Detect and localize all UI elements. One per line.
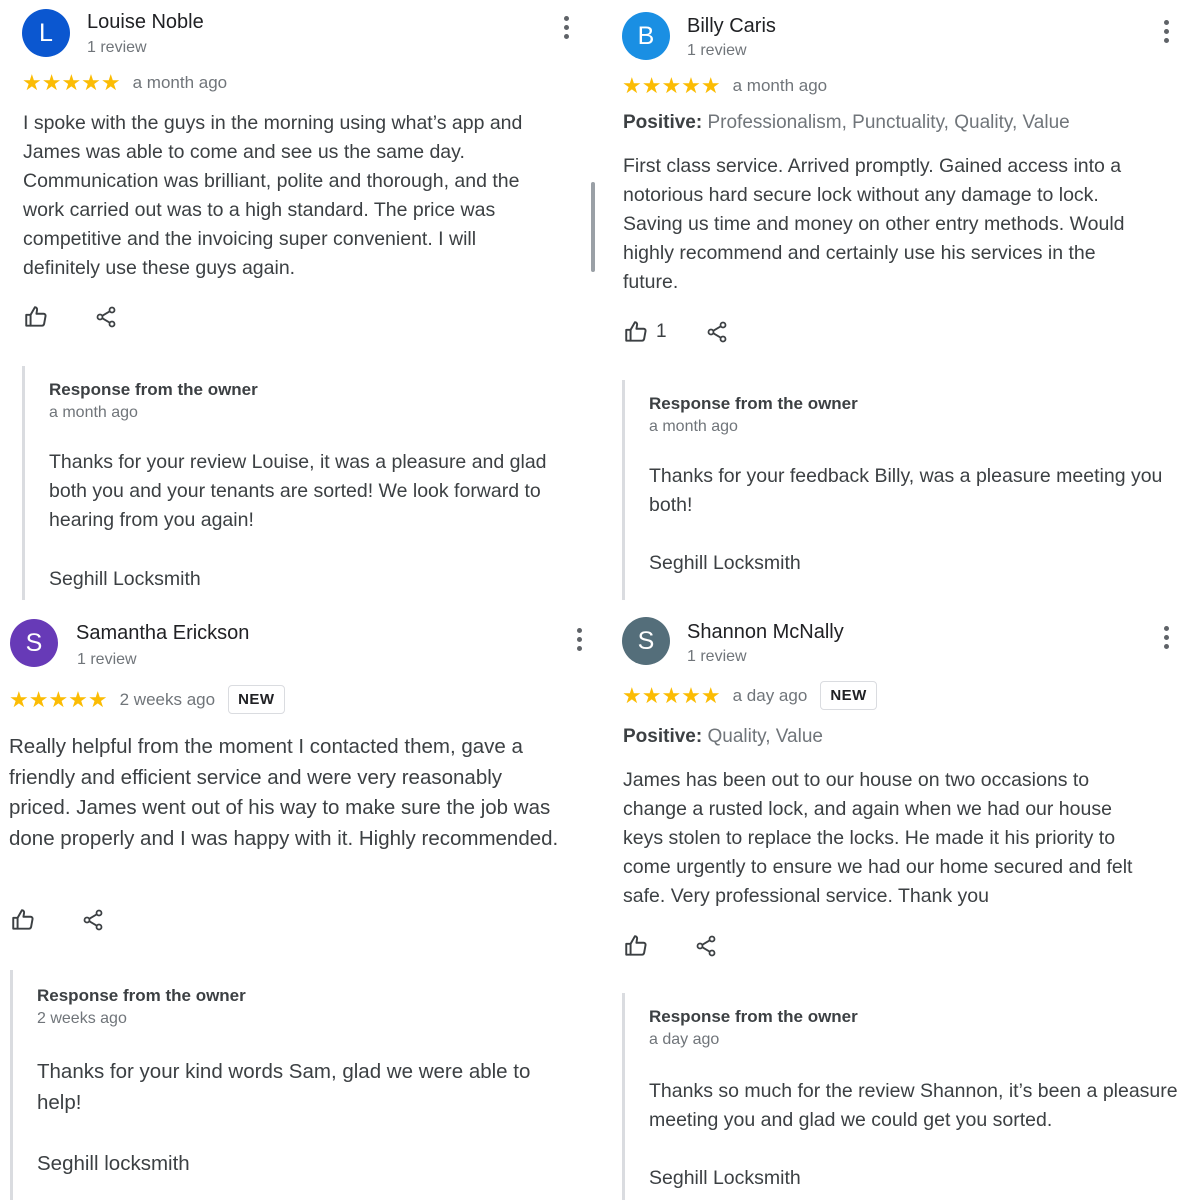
owner-response-text: Thanks for your feedback Billy, was a pl… [649, 465, 1163, 516]
star-rating: ★★★★★ [22, 70, 121, 95]
new-badge: NEW [228, 685, 285, 714]
like-count: 1 [656, 321, 667, 342]
review-count: 1 review [87, 39, 147, 56]
review-card-billy: B Billy Caris 1 review ★★★★★ a month ago… [600, 0, 1200, 600]
review-text: James has been out to our house on two o… [623, 769, 1133, 907]
review-card-louise: L Louise Noble 1 review ★★★★★ a month ag… [0, 0, 600, 600]
positive-values: Professionalism, Punctuality, Quality, V… [707, 112, 1070, 133]
review-card-samantha: S Samantha Erickson 1 review ★★★★★ 2 wee… [0, 600, 600, 1200]
scrollbar[interactable] [591, 182, 595, 272]
rating-row: ★★★★★ a day ago NEW [622, 681, 877, 710]
review-time: a month ago [132, 73, 228, 92]
avatar-initial: S [637, 626, 655, 655]
review-count: 1 review [77, 651, 137, 668]
more-options-icon[interactable] [556, 13, 576, 41]
owner-response-text: Thanks for your review Louise, it was a … [49, 451, 547, 531]
review-time: a month ago [732, 76, 828, 95]
review-count: 1 review [687, 42, 747, 59]
owner-response-time: 2 weeks ago [37, 1010, 127, 1027]
owner-signature: Seghill Locksmith [49, 568, 201, 590]
owner-response-time: a month ago [649, 418, 738, 435]
owner-response-title: Response from the owner [37, 986, 246, 1005]
avatar[interactable]: S [622, 617, 670, 665]
owner-response-title: Response from the owner [649, 394, 858, 413]
review-actions: 1 [622, 318, 731, 346]
rating-row: ★★★★★ 2 weeks ago NEW [9, 685, 285, 714]
positive-attributes: Positive: Professionalism, Punctuality, … [623, 112, 1070, 134]
owner-signature: Seghill Locksmith [649, 1167, 801, 1189]
share-icon[interactable] [92, 303, 120, 331]
more-options-icon[interactable] [1156, 623, 1176, 651]
owner-signature: Seghill locksmith [37, 1152, 190, 1175]
owner-response: Response from the owner a month ago Than… [22, 366, 582, 600]
reviewer-name[interactable]: Samantha Erickson [76, 622, 249, 645]
positive-label: Positive: [623, 112, 703, 133]
owner-response-text: Thanks so much for the review Shannon, i… [649, 1080, 1178, 1131]
review-time: 2 weeks ago [119, 689, 216, 709]
owner-response-title: Response from the owner [49, 380, 258, 399]
owner-signature: Seghill Locksmith [649, 552, 801, 574]
share-icon[interactable] [79, 906, 107, 934]
thumbs-up-icon[interactable] [22, 303, 50, 331]
more-options-icon[interactable] [569, 625, 589, 653]
review-card-shannon: S Shannon McNally 1 review ★★★★★ a day a… [600, 600, 1200, 1200]
avatar[interactable]: B [622, 12, 670, 60]
positive-values: Quality, Value [707, 726, 823, 747]
star-rating: ★★★★★ [9, 686, 108, 712]
star-rating: ★★★★★ [622, 73, 721, 98]
avatar-initial: L [39, 18, 53, 47]
review-actions [9, 906, 107, 934]
reviewer-name[interactable]: Louise Noble [87, 11, 204, 34]
review-count: 1 review [687, 648, 747, 665]
owner-response-title: Response from the owner [649, 1007, 858, 1026]
avatar[interactable]: L [22, 9, 70, 57]
owner-response-text: Thanks for your kind words Sam, glad we … [37, 1060, 531, 1114]
owner-response: Response from the owner a day ago Thanks… [622, 993, 1182, 1200]
review-text: First class service. Arrived promptly. G… [623, 155, 1125, 293]
thumbs-up-icon[interactable] [9, 906, 37, 934]
review-time: a day ago [732, 685, 808, 705]
avatar-initial: S [25, 628, 43, 657]
review-text: Really helpful from the moment I contact… [9, 735, 559, 850]
owner-response: Response from the owner a month ago Than… [622, 380, 1182, 600]
star-rating: ★★★★★ [622, 682, 721, 708]
owner-response: Response from the owner 2 weeks ago Than… [10, 970, 590, 1200]
thumbs-up-icon[interactable] [622, 932, 650, 960]
owner-response-time: a day ago [649, 1031, 720, 1048]
positive-label: Positive: [623, 726, 703, 747]
share-icon[interactable] [692, 932, 720, 960]
review-actions [622, 932, 720, 960]
review-actions [22, 303, 120, 331]
avatar-initial: B [637, 21, 655, 50]
owner-response-time: a month ago [49, 404, 138, 421]
avatar[interactable]: S [10, 619, 58, 667]
rating-row: ★★★★★ a month ago [22, 72, 227, 94]
more-options-icon[interactable] [1156, 17, 1176, 45]
reviewer-name[interactable]: Shannon McNally [687, 621, 844, 644]
reviewer-name[interactable]: Billy Caris [687, 15, 776, 38]
rating-row: ★★★★★ a month ago [622, 75, 827, 97]
share-icon[interactable] [703, 318, 731, 346]
positive-attributes: Positive: Quality, Value [623, 726, 823, 748]
thumbs-up-icon[interactable] [622, 318, 650, 346]
new-badge: NEW [820, 681, 877, 710]
review-text: I spoke with the guys in the morning usi… [23, 112, 523, 279]
